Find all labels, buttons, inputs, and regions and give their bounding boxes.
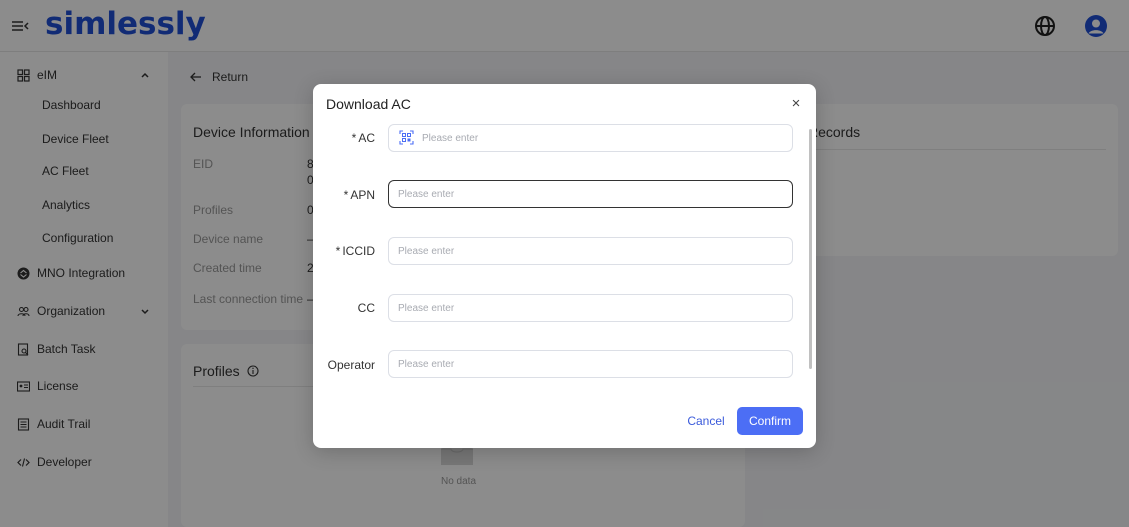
cancel-button[interactable]: Cancel [681,407,731,435]
iccid-label: * ICCID [335,244,375,258]
dialog-scrollbar[interactable] [809,129,812,369]
operator-label: Operator [327,358,375,372]
download-ac-dialog: Download AC × *AC *APN *ICCID CC Operato… [313,84,816,448]
cc-label: CC [357,301,375,315]
ac-label: * AC [351,131,375,145]
apn-input[interactable] [388,180,793,208]
iccid-input[interactable] [388,237,793,265]
ac-input[interactable] [388,124,793,152]
qr-scan-icon[interactable] [399,130,414,145]
confirm-button[interactable]: Confirm [737,407,803,435]
dialog-title: Download AC [326,96,411,112]
close-icon[interactable]: × [789,96,803,111]
cc-input[interactable] [388,294,793,322]
apn-label: * APN [343,188,375,202]
operator-input[interactable] [388,350,793,378]
